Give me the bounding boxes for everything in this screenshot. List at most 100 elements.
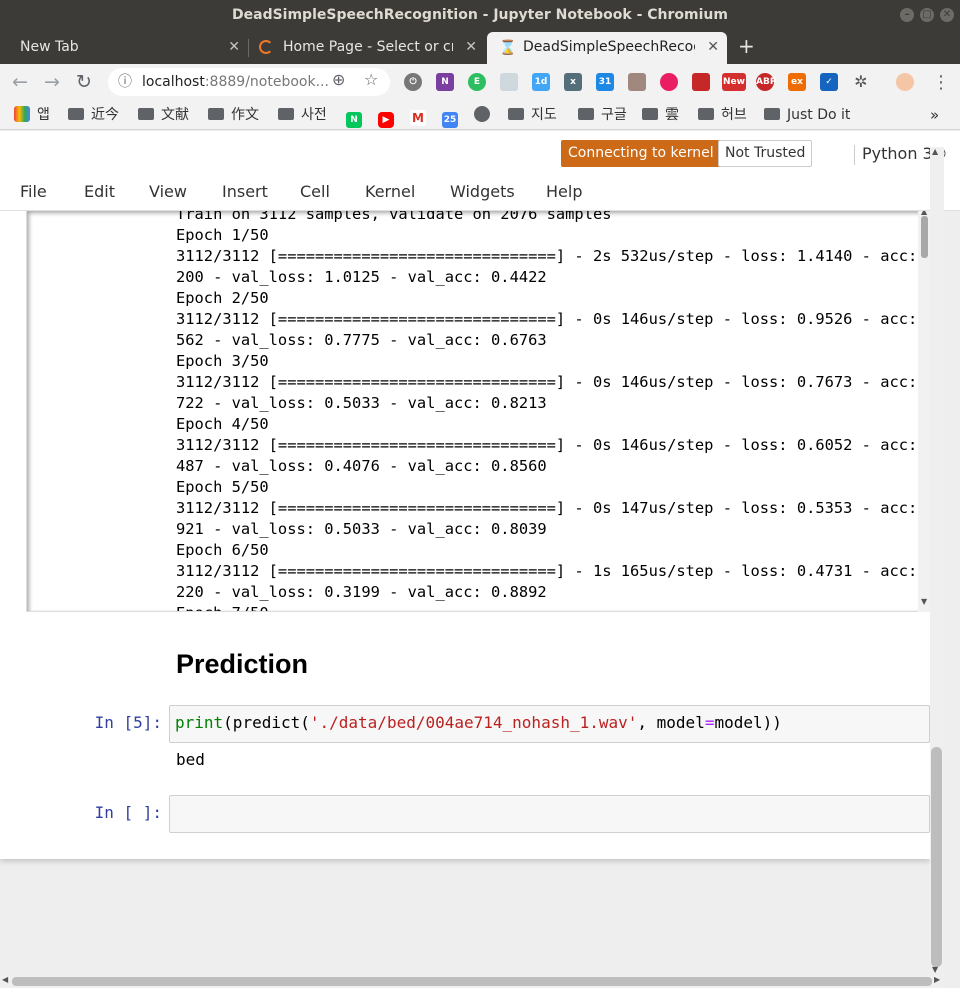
site-info-icon[interactable]: ⓘ <box>118 68 132 96</box>
bookmark-folder[interactable]: 허브 <box>698 105 747 125</box>
tab-close-icon[interactable]: ✕ <box>228 32 240 62</box>
book-icon[interactable] <box>692 73 710 91</box>
tab-close-icon[interactable]: ✕ <box>465 32 477 62</box>
output-line: 3112/3112 [=============================… <box>176 310 930 328</box>
menu-cell[interactable]: Cell <box>300 181 330 203</box>
menu-dots-icon[interactable]: ⋮ <box>932 71 950 95</box>
page-scrollbar-thumb[interactable] <box>931 747 942 967</box>
hourglass-icon: ⌛ <box>499 40 517 56</box>
cell-prompt: In [5]: <box>94 713 162 732</box>
scroll-down-icon[interactable]: ▼ <box>921 597 927 606</box>
trust-indicator[interactable]: Not Trusted <box>718 140 813 167</box>
tab-home-page[interactable]: Home Page - Select or create ✕ <box>249 32 485 64</box>
bookmark-label: Just Do it <box>787 107 851 123</box>
bookmark-globe[interactable] <box>474 105 497 125</box>
back-icon[interactable]: ← <box>12 70 28 94</box>
output-line: 3112/3112 [=============================… <box>176 373 930 391</box>
calendar-icon[interactable]: 31 <box>596 73 614 91</box>
folder-icon <box>642 108 658 120</box>
bookmark-folder[interactable]: 구글 <box>578 105 627 125</box>
folder-icon <box>68 108 84 120</box>
close-window-icon[interactable]: ✕ <box>940 8 954 22</box>
avatar[interactable] <box>896 73 914 91</box>
save-icon[interactable] <box>628 73 646 91</box>
menu-insert[interactable]: Insert <box>222 181 268 203</box>
code-cell-editor-empty[interactable] <box>169 795 930 833</box>
cell-prompt: In [ ]: <box>94 803 162 822</box>
power-icon[interactable]: ⏻ <box>404 73 422 91</box>
tab-strip: New Tab ✕ Home Page - Select or create ✕… <box>0 30 960 64</box>
scroll-up-icon[interactable]: ▲ <box>932 147 938 156</box>
bookmark-label: 近今 <box>91 107 119 123</box>
zoom-icon[interactable]: ⊕ <box>332 70 345 89</box>
folder-icon <box>764 108 780 120</box>
bookmark-calendar[interactable]: 25 <box>442 105 465 128</box>
calendar-icon: 25 <box>442 112 458 128</box>
address-path: :8889/notebook... <box>204 74 329 90</box>
horizontal-scrollbar-thumb[interactable] <box>12 977 932 986</box>
onenote-icon[interactable]: N <box>436 73 454 91</box>
gmail-icon: M <box>410 110 426 126</box>
abp-icon[interactable]: ABP <box>756 73 776 91</box>
bookmark-folder[interactable]: 雲 <box>642 105 679 125</box>
bookmark-star-icon[interactable]: ☆ <box>364 70 378 89</box>
maximize-icon[interactable]: □ <box>920 8 934 22</box>
kernel-status-indicator[interactable]: Connecting to kernel <box>561 140 721 167</box>
menu-help[interactable]: Help <box>546 181 582 203</box>
bookmark-folder[interactable]: 지도 <box>508 105 557 125</box>
gear-icon[interactable]: ✲ <box>852 73 870 91</box>
output-line: Epoch 7/50 <box>176 603 930 611</box>
ex-icon[interactable]: ex <box>788 73 806 91</box>
bookmark-naver[interactable]: N <box>346 105 369 128</box>
bookmark-folder[interactable]: 사전 <box>278 105 327 125</box>
output-scrollbar[interactable]: ▲ ▼ <box>918 211 930 612</box>
scroll-down-icon[interactable]: ▼ <box>932 965 938 974</box>
bookmark-apps[interactable]: 앱 <box>14 105 50 125</box>
menu-kernel[interactable]: Kernel <box>365 181 415 203</box>
output-line: 3112/3112 [=============================… <box>176 436 930 454</box>
minimize-icon[interactable]: – <box>900 8 914 22</box>
output-line: 562 - val_loss: 0.7775 - val_acc: 0.6763 <box>176 331 547 349</box>
code-cell-editor[interactable]: print(predict('./data/bed/004ae714_nohas… <box>169 705 930 743</box>
output-scroll-area[interactable]: Train on 3112 samples, validate on 2076 … <box>26 211 930 612</box>
output-scrollbar-thumb[interactable] <box>921 216 928 258</box>
bookmark-folder[interactable]: 文献 <box>138 105 189 125</box>
tab-label: DeadSimpleSpeechRecognition - Jupyter No… <box>523 39 695 55</box>
folder-icon <box>578 108 594 120</box>
reload-icon[interactable]: ↻ <box>76 70 92 94</box>
evernote-icon[interactable]: E <box>468 73 486 91</box>
horizontal-scrollbar[interactable]: ◀ ▶ <box>0 975 944 988</box>
menu-widgets[interactable]: Widgets <box>450 181 515 203</box>
output-line: Train on 3112 samples, validate on 2076 … <box>176 211 612 223</box>
naver-icon: N <box>346 112 362 128</box>
close-tabs-icon[interactable]: x <box>564 73 582 91</box>
address-bar[interactable]: ⓘ localhost:8889/notebook... <box>108 68 390 96</box>
bookmarks-overflow-icon[interactable]: » <box>930 105 939 125</box>
menu-view[interactable]: View <box>149 181 187 203</box>
tab-notebook[interactable]: ⌛ DeadSimpleSpeechRecognition - Jupyter … <box>487 32 727 64</box>
bookmark-folder[interactable]: 近今 <box>68 105 119 125</box>
output-line: 921 - val_loss: 0.5033 - val_acc: 0.8039 <box>176 520 547 538</box>
shield-icon[interactable]: ✓ <box>820 73 838 91</box>
tab-new-tab[interactable]: New Tab ✕ <box>0 32 248 64</box>
bookmark-youtube[interactable]: ▶ <box>378 105 401 128</box>
bookmark-folder[interactable]: 作文 <box>208 105 259 125</box>
forward-icon[interactable]: → <box>44 70 60 94</box>
bookmark-label: 허브 <box>721 107 747 123</box>
new-badge-icon[interactable]: New <box>722 73 746 91</box>
extension-icon[interactable] <box>500 73 518 91</box>
output-line: Epoch 5/50 <box>176 478 269 496</box>
bookmark-gmail[interactable]: M <box>410 105 433 126</box>
menu-file[interactable]: File <box>20 181 47 203</box>
kernel-name: Python 3 <box>862 144 933 163</box>
window-titlebar: DeadSimpleSpeechRecognition - Jupyter No… <box>0 0 960 30</box>
scroll-right-icon[interactable]: ▶ <box>934 975 940 984</box>
scroll-left-icon[interactable]: ◀ <box>2 975 8 984</box>
badge-1d-icon[interactable]: 1d <box>532 73 550 91</box>
page-scrollbar[interactable]: ▲ ▼ <box>930 147 944 977</box>
tab-close-icon[interactable]: ✕ <box>707 32 719 62</box>
bookmark-folder[interactable]: Just Do it <box>764 105 850 125</box>
color-icon[interactable] <box>660 73 678 91</box>
new-tab-icon[interactable]: + <box>738 34 755 58</box>
menu-edit[interactable]: Edit <box>84 181 115 203</box>
